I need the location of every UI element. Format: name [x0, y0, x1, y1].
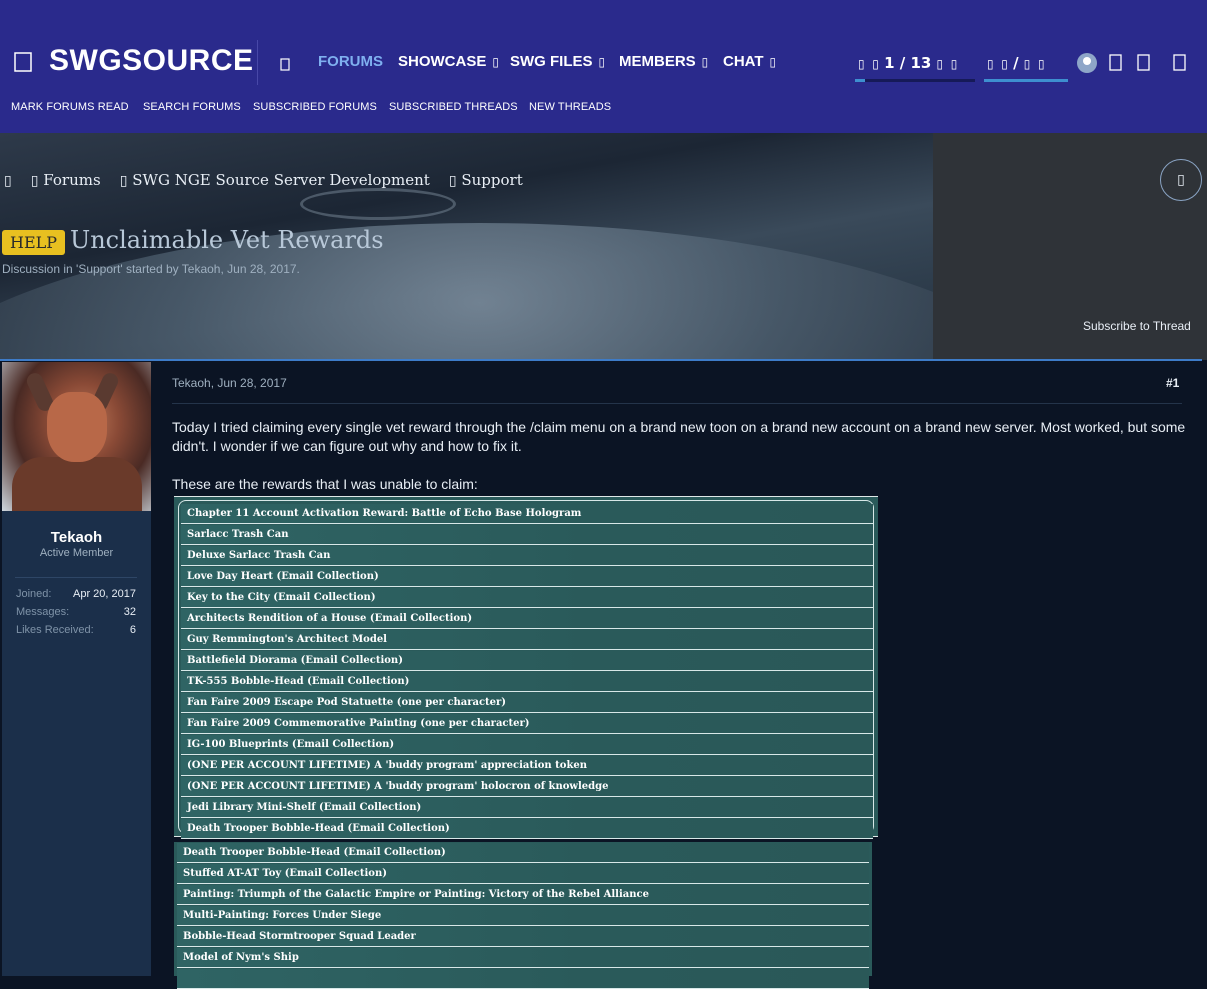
- list-item: Sarlacc Trash Can: [181, 525, 873, 545]
- bell-icon: ▯ ▯: [858, 57, 879, 71]
- nav-members[interactable]: MEMBERS ▯: [619, 53, 708, 70]
- home-icon[interactable]: ▯: [4, 173, 12, 189]
- search-icon[interactable]: [1173, 54, 1186, 75]
- chevron-down-icon: ▯: [598, 55, 606, 69]
- alerts-counter[interactable]: ▯ ▯ 1 / 13 ▯ ▯: [858, 54, 957, 72]
- post-author-date[interactable]: Tekaoh, Jun 28, 2017: [172, 376, 287, 390]
- avatar[interactable]: [2, 362, 151, 511]
- stat-joined: Joined: Apr 20, 2017: [16, 588, 136, 600]
- nav-forums[interactable]: FORUMS: [318, 53, 383, 70]
- subnav-search-forums[interactable]: SEARCH FORUMS: [143, 101, 241, 113]
- list-item: Architects Rendition of a House (Email C…: [181, 609, 873, 629]
- divider: [15, 577, 137, 578]
- chevron-down-icon: ▯: [701, 55, 709, 69]
- subscribe-button[interactable]: Subscribe to Thread: [1083, 319, 1191, 333]
- stat-label: Messages:: [16, 606, 70, 618]
- list-item: Deluxe Sarlacc Trash Can: [181, 546, 873, 566]
- alerts-icon[interactable]: [1137, 54, 1150, 75]
- subnav-mark-forums-read[interactable]: MARK FORUMS READ: [11, 101, 129, 113]
- list-item: [177, 969, 869, 989]
- list-item: Fan Faire 2009 Commemorative Painting (o…: [181, 714, 873, 734]
- list-item: (ONE PER ACCOUNT LIFETIME) A 'buddy prog…: [181, 756, 873, 776]
- alerts-progress-bar: [855, 79, 975, 82]
- stat-value: 32: [123, 606, 136, 618]
- rewards-screenshot-2[interactable]: Death Trooper Bobble-Head (Email Collect…: [174, 842, 872, 989]
- list-item: Multi-Painting: Forces Under Siege: [177, 906, 869, 926]
- thread-prefix-badge[interactable]: HELP: [2, 230, 66, 255]
- envelope-icon: ▯ ▯: [987, 57, 1008, 71]
- stat-label: Likes Received:: [16, 624, 94, 636]
- breadcrumb-separator-icon: ▯: [30, 173, 39, 189]
- thread-meta: Discussion in 'Support' started by Tekao…: [2, 262, 300, 276]
- nav-showcase[interactable]: SHOWCASE ▯: [398, 53, 499, 70]
- stat-messages[interactable]: Messages: 32: [16, 606, 136, 618]
- messages-progress-bar: [984, 79, 1068, 82]
- list-item: Bobble-Head Stormtrooper Squad Leader: [177, 927, 869, 947]
- nav-chat[interactable]: CHAT ▯: [723, 53, 776, 70]
- post-number-link[interactable]: #1: [1166, 376, 1179, 390]
- list-item: Stuffed AT-AT Toy (Email Collection): [177, 864, 869, 884]
- list-item: TK-555 Bobble-Head (Email Collection): [181, 672, 873, 692]
- list-item: Death Trooper Bobble-Head (Email Collect…: [177, 843, 869, 863]
- post-paragraph: These are the rewards that I was unable …: [172, 476, 478, 492]
- subnav-subscribed-forums[interactable]: SUBSCRIBED FORUMS: [253, 101, 377, 113]
- site-logo[interactable]: SWGSOURCE: [49, 44, 254, 78]
- rewards-screenshot-1[interactable]: Chapter 11 Account Activation Reward: Ba…: [174, 496, 878, 839]
- list-item: Key to the City (Email Collection): [181, 588, 873, 608]
- list-item: Battlefield Diorama (Email Collection): [181, 651, 873, 671]
- username[interactable]: Tekaoh: [2, 529, 151, 546]
- breadcrumb-separator-icon: ▯: [448, 173, 457, 189]
- inbox-icon[interactable]: [1109, 54, 1122, 75]
- list-item: Fan Faire 2009 Escape Pod Statuette (one…: [181, 693, 873, 713]
- list-item: IG-100 Blueprints (Email Collection): [181, 735, 873, 755]
- chevron-down-icon: ▯: [492, 55, 499, 69]
- messages-counter[interactable]: ▯ ▯ / ▯ ▯: [987, 54, 1045, 72]
- stat-value: 6: [129, 624, 136, 636]
- list-item: Chapter 11 Account Activation Reward: Ba…: [181, 504, 873, 524]
- list-item: Model of Nym's Ship: [177, 948, 869, 968]
- list-item: (ONE PER ACCOUNT LIFETIME) A 'buddy prog…: [181, 777, 873, 797]
- breadcrumb-support[interactable]: Support: [461, 171, 522, 189]
- chevron-down-icon: ▯: [769, 55, 777, 69]
- page-title: Unclaimable Vet Rewards: [70, 226, 384, 254]
- breadcrumb-separator-icon: ▯: [119, 173, 128, 189]
- post-paragraph: Today I tried claiming every single vet …: [172, 419, 1186, 454]
- list-item: Death Trooper Bobble-Head (Email Collect…: [181, 819, 873, 839]
- user-avatar-icon[interactable]: [1077, 53, 1097, 73]
- chevron-icon: ▯ ▯: [1023, 57, 1045, 71]
- subnav-new-threads[interactable]: NEW THREADS: [529, 101, 611, 113]
- post-top-border: [0, 359, 1202, 361]
- subnav-subscribed-threads[interactable]: SUBSCRIBED THREADS: [389, 101, 518, 113]
- user-title: Active Member: [39, 547, 114, 559]
- alerts-progress-fill: [855, 79, 865, 82]
- share-button[interactable]: ▯: [1160, 159, 1202, 201]
- share-icon: ▯: [1177, 172, 1185, 188]
- list-item: Jedi Library Mini-Shelf (Email Collectio…: [181, 798, 873, 818]
- breadcrumb-forums[interactable]: Forums: [43, 171, 100, 189]
- list-item: Painting: Triumph of the Galactic Empire…: [177, 885, 869, 905]
- breadcrumb-swg-nge[interactable]: SWG NGE Source Server Development: [132, 171, 430, 189]
- list-item: Guy Remmington's Architect Model: [181, 630, 873, 650]
- breadcrumb: ▯ ▯ Forums ▯ SWG NGE Source Server Devel…: [4, 171, 523, 189]
- nav-swg-files[interactable]: SWG FILES ▯: [510, 53, 605, 70]
- stat-value: Apr 20, 2017: [73, 588, 136, 600]
- chevron-icon: ▯ ▯: [936, 57, 958, 71]
- spaceship-image: [300, 188, 456, 220]
- hamburger-icon[interactable]: [14, 52, 32, 72]
- stat-label: Joined:: [16, 588, 52, 600]
- stat-likes: Likes Received: 6: [16, 624, 136, 636]
- list-item: Love Day Heart (Email Collection): [181, 567, 873, 587]
- home-icon[interactable]: [280, 56, 290, 75]
- logo-separator: [257, 40, 258, 85]
- divider: [172, 403, 1182, 404]
